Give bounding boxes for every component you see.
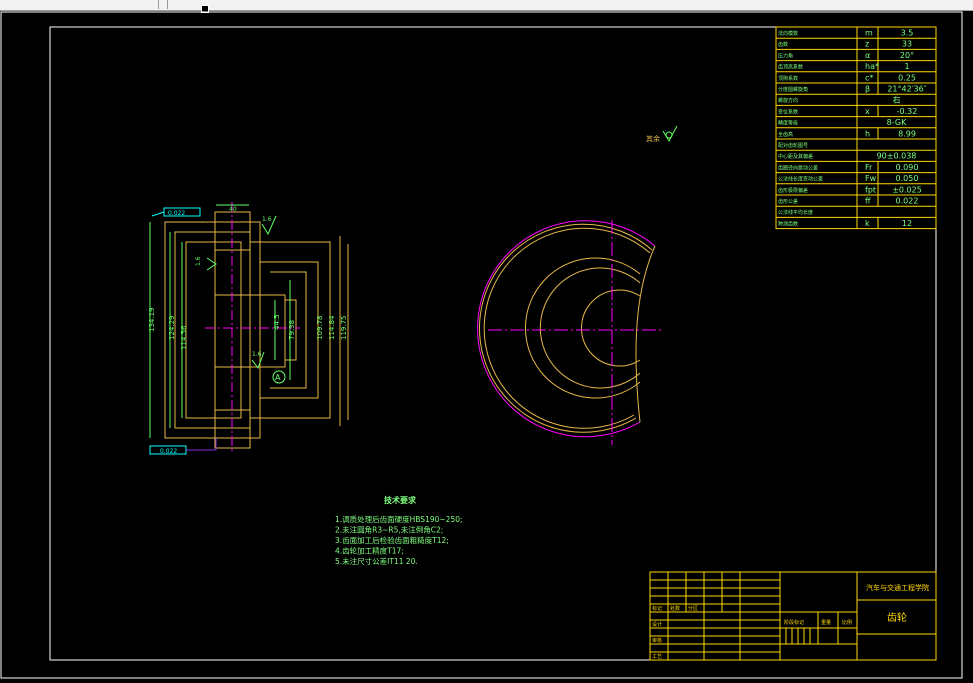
param-value: 0.022 [896,197,919,206]
tech-req-item: 1.调质处理后齿面硬度HBS190~250; [335,514,463,524]
tech-req-item: 4.齿轮加工精度T17; [335,546,404,556]
param-name: 公法线平均长度 [778,209,813,216]
rest-surface-label: 其余 [646,134,660,143]
title-block-label: 标记 [652,605,662,612]
param-value: 右 [893,95,901,105]
drawing-title: 齿轮 [887,611,907,624]
cad-drawing: 法向模数 m 3.5 齿数 z 33 压力角 α 20° 齿顶高系数 ha* 1 顶隙系数 c* 0.25 分… [0,11,963,679]
roughness-value-1: 1.6 [262,216,272,223]
param-name: 精度等级 [778,120,798,127]
param-value: 21°42′36″ [887,85,926,94]
title-block-label: 工艺 [652,654,662,660]
tech-req-item: 2.未注圆角R3~R5,未注倒角C2; [335,525,443,535]
param-name: 全齿高 [778,131,793,138]
param-name: 压力角 [778,52,793,59]
tolerance-value-bottom: 0.022 [160,448,177,455]
param-value: 8.99 [898,129,916,138]
param-name: 配对齿轮图号 [778,142,808,149]
param-symbol: ha* [865,62,879,71]
drawing-canvas[interactable]: 法向模数 m 3.5 齿数 z 33 压力角 α 20° 齿顶高系数 ha* 1 顶隙系数 c* 0.25 分… [0,10,973,683]
tech-req-title: 技术要求 [384,495,417,505]
param-name: 跨测齿数 [778,220,798,227]
tech-requirements-list: 1.调质处理后齿面硬度HBS190~250;2.未注圆角R3~R5,未注倒角C2… [335,514,463,566]
param-value: -0.32 [897,107,918,116]
param-name: 齿形极限偏差 [778,187,808,194]
param-value: 12 [902,219,912,228]
title-block-label: 分区 [688,605,698,612]
title-block-label: 阶段标记 [784,619,804,626]
dim-d4: 44.5 [273,314,281,330]
dim-d8: 119.75 [340,316,348,341]
outer-border [0,11,963,679]
title-block-label: 比例 [842,619,852,626]
param-name: 螺旋方向 [778,97,798,104]
title-block-label: 设计 [652,621,662,628]
dim-d1: 134.19 [148,308,156,333]
param-symbol: Fw [865,174,877,183]
param-symbol: k [865,219,870,228]
param-value: 33 [902,40,912,49]
tolerance-leader-line [186,438,217,451]
tolerance-value-top: 0.022 [168,210,185,217]
param-value: ±0.025 [892,185,922,194]
title-block-label: 重量 [821,619,831,626]
param-value: 0.25 [898,73,916,82]
dim-d3: 114.56 [180,325,188,350]
datum-label: A [275,373,281,382]
param-name: 齿圈径向跳动公差 [778,164,818,171]
roughness-circle-icon [665,131,673,139]
dim-d5: 79.38 [288,320,296,340]
param-symbol: Fr [865,163,873,172]
param-name: 变位系数 [778,108,798,115]
roughness-symbol-icon [662,125,678,143]
roughness-value-2: 1.6 [195,256,202,266]
dim-d6: 109.78 [316,316,324,341]
tolerance-leader-icon [151,211,165,217]
param-name: 齿顶高系数 [778,64,803,71]
param-symbol: m [865,29,873,38]
param-symbol: α [865,51,870,60]
param-name: 分度圆螺旋角 [778,86,808,93]
param-symbol: c* [865,73,873,82]
dim-d2: 124.29 [168,316,176,341]
param-symbol: ff [865,197,871,206]
param-value: 20° [900,51,914,60]
parameter-table: 法向模数 m 3.5 齿数 z 33 压力角 α 20° 齿顶高系数 ha* 1 顶隙系数 c* 0.25 分… [775,26,937,230]
param-symbol: z [865,40,869,49]
gear-front-view [477,220,656,438]
dim-d7: 114.84 [328,315,336,340]
param-name: 齿数 [778,41,788,48]
param-name: 法向模数 [778,30,798,37]
param-value: 8-GK [887,118,907,127]
param-name: 齿形公差 [778,198,798,205]
param-value: 1 [904,62,909,71]
param-symbol: x [865,107,870,116]
param-name: 公法线长度变动公差 [778,176,823,183]
param-value: 0.050 [896,174,919,183]
param-symbol: fpt [865,185,876,194]
param-value: 0.090 [896,163,919,172]
title-block-label: 处数 [670,605,680,612]
institution-name: 汽车与交通工程学院 [866,583,929,592]
roughness-value-3: 1.6 [252,351,262,358]
param-name: 中心距及其偏差 [778,153,813,160]
tech-req-item: 5.未注尺寸公差IT11 20. [335,556,418,566]
dim-width: 40 [229,206,237,213]
toolbar-segment[interactable] [159,0,168,9]
param-symbol: h [865,129,870,138]
tech-req-item: 3.齿面加工后检验齿面粗糙度T12; [335,535,449,545]
param-symbol: β [865,85,870,94]
param-value: 90±0.038 [877,152,917,161]
toolbar-segment[interactable] [0,0,159,9]
param-name: 顶隙系数 [778,75,798,82]
title-block-label: 审核 [652,637,662,644]
param-value: 3.5 [901,29,914,38]
